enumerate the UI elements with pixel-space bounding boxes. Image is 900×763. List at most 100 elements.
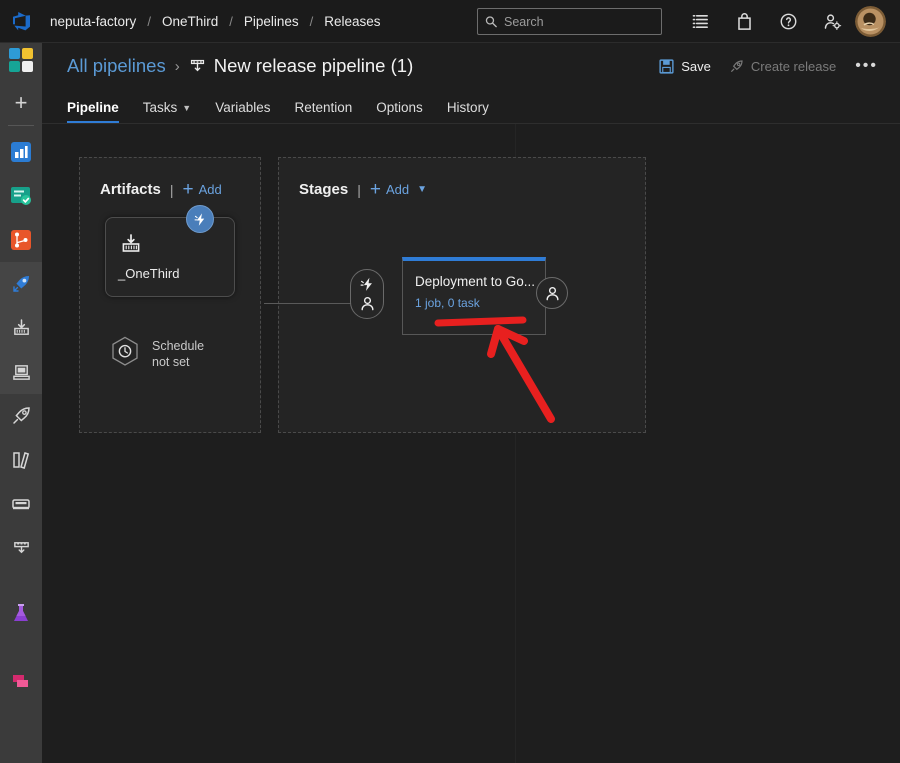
sidebar-item-pipelines[interactable] xyxy=(0,262,42,306)
sidebar-item-repos[interactable] xyxy=(0,218,42,262)
user-avatar[interactable] xyxy=(855,6,886,37)
artifacts-panel-header: Artifacts | + Add xyxy=(100,180,260,199)
deployment-groups-icon xyxy=(12,363,31,382)
stages-divider: | xyxy=(357,182,361,198)
search-icon xyxy=(485,15,497,28)
new-item-button[interactable]: + xyxy=(6,88,36,118)
tab-options[interactable]: Options xyxy=(364,100,435,123)
library-icon xyxy=(10,449,32,471)
work-items-icon[interactable] xyxy=(678,0,722,43)
tab-label: Variables xyxy=(215,100,270,115)
tab-history[interactable]: History xyxy=(435,100,501,123)
more-commands-button[interactable]: ••• xyxy=(845,52,888,80)
schedule-line2: not set xyxy=(152,355,204,371)
post-approval-person-icon xyxy=(544,285,561,302)
tab-variables[interactable]: Variables xyxy=(203,100,282,123)
schedule-text: Schedule not set xyxy=(152,339,204,370)
pipeline-canvas: Artifacts | + Add _OneThir xyxy=(42,124,900,763)
create-release-button[interactable]: Create release xyxy=(720,54,845,79)
page-title-group: All pipelines › New release pipeline (1) xyxy=(67,55,413,77)
task-groups-icon xyxy=(10,493,32,515)
sidebar-item-releases[interactable] xyxy=(0,394,42,438)
sidebar-item-builds[interactable] xyxy=(0,306,42,350)
sidebar-item-test-plans[interactable] xyxy=(0,174,42,218)
header-chevron-icon: › xyxy=(175,58,180,75)
command-bar: Save Create release ••• xyxy=(650,52,888,80)
sidebar-item-boards[interactable] xyxy=(0,130,42,174)
artifacts-icon xyxy=(10,669,32,691)
all-pipelines-link[interactable]: All pipelines xyxy=(67,55,166,77)
user-settings-icon[interactable] xyxy=(810,0,854,43)
sidebar-item-release-pipelines[interactable] xyxy=(0,526,42,570)
chevron-down-icon[interactable]: ▼ xyxy=(417,184,427,195)
trigger-lightning-icon xyxy=(359,276,376,293)
plus-icon: + xyxy=(370,180,381,199)
sidebar-item-task-groups[interactable] xyxy=(0,482,42,526)
continuous-deployment-lightning-icon[interactable] xyxy=(186,205,214,233)
post-deployment-conditions-button[interactable] xyxy=(536,277,568,309)
rail-divider xyxy=(8,125,34,126)
breadcrumb-org[interactable]: neputa-factory xyxy=(48,14,138,29)
sidebar-item-test-flask[interactable] xyxy=(0,592,42,636)
add-stage-label: Add xyxy=(386,182,409,197)
schedule-trigger[interactable]: Schedule not set xyxy=(110,336,204,374)
tab-label: Pipeline xyxy=(67,100,119,115)
build-artifact-icon xyxy=(120,233,142,260)
page-title: New release pipeline (1) xyxy=(214,55,414,77)
search-input[interactable] xyxy=(504,15,654,29)
release-pipeline-icon xyxy=(189,58,206,75)
stage-card[interactable]: Deployment to Go... 1 job, 0 task xyxy=(402,257,546,335)
chevron-down-icon: ▼ xyxy=(182,103,191,113)
global-search[interactable] xyxy=(477,8,662,35)
schedule-line1: Schedule xyxy=(152,339,204,355)
page-header: All pipelines › New release pipeline (1) xyxy=(42,43,900,89)
pre-approval-person-icon xyxy=(359,295,376,312)
add-artifact-button[interactable]: + Add xyxy=(183,180,222,199)
tab-pipeline[interactable]: Pipeline xyxy=(67,100,131,123)
azure-devops-release-pipeline-editor: + xyxy=(0,0,900,763)
artifacts-divider: | xyxy=(170,182,174,198)
project-logo-icon[interactable] xyxy=(9,48,33,72)
save-button[interactable]: Save xyxy=(650,54,720,79)
breadcrumb-project[interactable]: OneThird xyxy=(160,14,220,29)
stages-title: Stages xyxy=(299,181,348,198)
tab-label: History xyxy=(447,100,489,115)
tab-label: Tasks xyxy=(143,100,178,115)
test-flask-icon xyxy=(10,603,32,625)
test-plans-check-icon xyxy=(10,185,32,207)
pre-deployment-conditions-button[interactable] xyxy=(350,269,384,319)
global-top-bar: neputa-factory / OneThird / Pipelines / … xyxy=(0,0,900,43)
sidebar-group-pipelines xyxy=(0,262,42,394)
sidebar-item-library[interactable] xyxy=(0,438,42,482)
breadcrumb-separator: / xyxy=(220,14,242,29)
create-release-label: Create release xyxy=(751,59,836,74)
breadcrumb-releases[interactable]: Releases xyxy=(322,14,382,29)
breadcrumb-pipelines[interactable]: Pipelines xyxy=(242,14,301,29)
stages-panel-header: Stages | + Add ▼ xyxy=(299,180,645,199)
sidebar-item-deployment-groups[interactable] xyxy=(0,350,42,394)
release-pipeline-icon xyxy=(12,539,31,558)
tab-retention[interactable]: Retention xyxy=(282,100,364,123)
add-stage-button[interactable]: + Add xyxy=(370,180,409,199)
tab-tasks[interactable]: Tasks ▼ xyxy=(131,100,203,123)
tab-label: Retention xyxy=(294,100,352,115)
repos-icon xyxy=(10,229,32,251)
stage-job-task-summary[interactable]: 1 job, 0 task xyxy=(415,296,480,310)
pipeline-tabs: Pipeline Tasks ▼ Variables Retention Opt… xyxy=(42,89,900,124)
rocket-icon xyxy=(729,59,744,74)
boards-icon xyxy=(10,141,32,163)
artifact-card[interactable]: _OneThird xyxy=(105,217,235,297)
pipelines-rocket-icon xyxy=(10,273,32,295)
breadcrumb: neputa-factory / OneThird / Pipelines / … xyxy=(48,14,383,29)
breadcrumb-separator: / xyxy=(301,14,323,29)
help-circle-icon[interactable] xyxy=(766,0,810,43)
save-floppy-icon xyxy=(659,59,674,74)
marketplace-bag-icon[interactable] xyxy=(722,0,766,43)
top-bar-actions xyxy=(678,0,854,43)
azure-devops-logo-icon[interactable] xyxy=(0,10,42,32)
releases-rocket-icon xyxy=(10,405,32,427)
sidebar-item-artifacts[interactable] xyxy=(0,658,42,702)
artifacts-title: Artifacts xyxy=(100,181,161,198)
main-content: neputa-factory / OneThird / Pipelines / … xyxy=(42,0,900,763)
plus-icon: + xyxy=(183,180,194,199)
